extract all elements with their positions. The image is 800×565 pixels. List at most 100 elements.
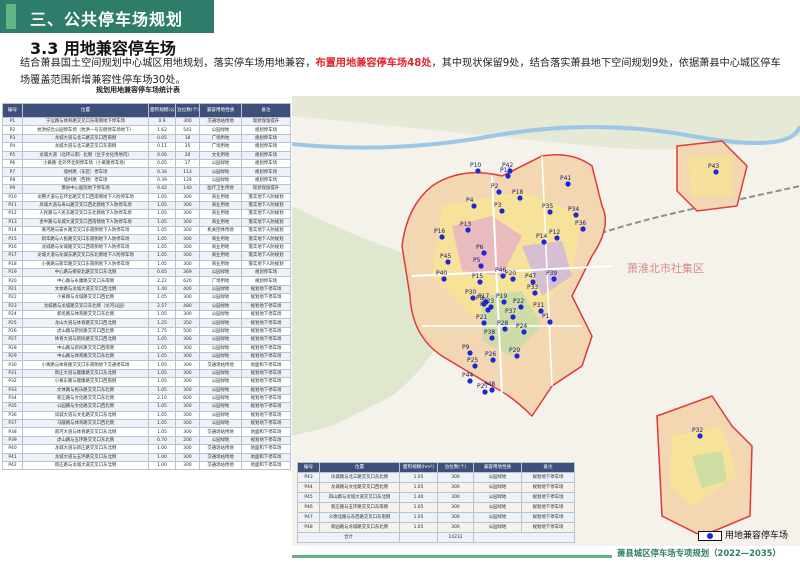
table-cell: 2.10 <box>148 393 176 404</box>
table-row: P3 龙城大道与北三路交叉口西南侧 0.05 18 广场用地 规划停车场 <box>2 133 291 144</box>
table-cell: 新庄路与文化路交叉口东北侧 <box>22 393 149 404</box>
extra-stats-table: 编号 位置 面积规模(hm²) 泊位数(个) 兼容用地性质 备注 P43 凤城路与北三路交叉口… <box>297 462 575 543</box>
table-cell: 规划地下停车场 <box>241 293 291 303</box>
table-cell: 1.40 <box>399 492 438 503</box>
parking-marker-label: P48 <box>484 381 495 388</box>
table-cell: P25 <box>2 318 23 328</box>
table-cell: P42 <box>2 460 23 471</box>
table-cell: P22 <box>2 293 23 303</box>
table-cell: 规划停车场 <box>241 125 291 135</box>
table-cell: 1.05 <box>148 368 176 379</box>
parking-marker-label: P24 <box>516 323 527 330</box>
table-row: P12 人民路与人民东路交叉口东北侧地下人防停车场 1.05 300 商业用地 落实地下人… <box>2 209 291 219</box>
table-cell: 规划停车场 <box>241 175 291 186</box>
parking-marker-label: P33 <box>527 284 538 291</box>
table-cell: 公园绿地 <box>199 393 242 404</box>
table-cell: 129 <box>175 175 200 186</box>
table-cell: 480 <box>175 301 200 312</box>
table-cell: 规划地下停车场 <box>521 492 575 503</box>
table-row: P27 体育大道与新民路交叉口西北侧 1.05 300 公园绿地 规划地下停车场 <box>2 335 291 345</box>
table-cell: 1.00 <box>148 444 176 454</box>
table-cell: P32 <box>2 377 23 387</box>
table-row: P28 中山路与新民路交叉口西南侧 1.05 300 公园绿地 规划地下停车场 <box>2 343 291 353</box>
table-cell: 113 <box>175 167 200 177</box>
parking-marker <box>697 433 703 439</box>
parking-marker <box>573 212 579 218</box>
table-cell: 商业用地 <box>199 251 242 261</box>
table-cell: P11 <box>2 200 23 211</box>
parking-marker-label: P19 <box>496 293 507 300</box>
table-cell: 墙村路（西侧）停车场 <box>22 175 149 186</box>
table-cell: 公园绿地 <box>199 284 242 295</box>
table-row: P32 小黄东路与健康路交叉口西南侧 1.05 300 公园绿地 规划地下停车场 <box>2 377 291 387</box>
parking-marker-label: P6 <box>476 244 484 251</box>
table-row: P33 文体路与民乐路交叉口东北侧 1.05 300 公园绿地 规划地下停车场 <box>2 385 291 395</box>
table-cell: 龙城路与龙城路交叉口东北侧（龙河公园） <box>22 301 149 312</box>
parking-marker <box>471 203 477 209</box>
table-cell: 交通场站用地 <box>199 444 242 454</box>
table-cell: 规划停车场 <box>241 158 291 169</box>
table-cell: 交通场站用地 <box>199 360 242 370</box>
table-cell: 300 <box>175 360 200 370</box>
table-cell: 规划地下停车场 <box>241 385 291 395</box>
table-cell: P6 <box>2 158 23 169</box>
table-cell: 凤城大道与寿山路交叉口西北侧地下人防停车场 <box>22 200 149 211</box>
table-row: P29 中山路与体育路交叉口东北侧 1.05 300 公园绿地 规划地下停车场 <box>2 351 291 362</box>
table-row: P9 萧县中心医院地下停车场 0.42 140 医疗卫生用地 现状保留提升 <box>2 184 291 194</box>
table-cell: 140 <box>175 184 200 194</box>
table-row: P15 新华路与人民路交叉口东南侧地下人防停车场 1.05 300 商业用地 落实地下人防… <box>2 234 291 244</box>
parking-marker-label: P15 <box>472 273 483 280</box>
table-row: P2 抗洪纪念公园停车场（抗洪一号东侧停车场地下） 1.62 541 公园绿地 规划停车场 <box>2 125 291 135</box>
table-header-row: 编号位置面积规模(公顷)泊位数(个)兼容用地性质备注 <box>2 103 291 118</box>
parking-marker <box>439 234 445 240</box>
parking-marker <box>510 276 516 282</box>
parking-marker <box>580 226 586 232</box>
table-cell: 公园绿地 <box>199 167 242 177</box>
table-cell: 规划地下停车场 <box>241 343 291 353</box>
table-cell: 369 <box>175 268 200 278</box>
table-cell: 交通场站用地 <box>199 452 242 463</box>
table-cell: 300 <box>437 522 474 533</box>
table-cell: 规划地下停车场 <box>241 335 291 345</box>
table-cell: 1.05 <box>148 242 176 253</box>
table-cell: 300 <box>175 343 200 353</box>
section-title: 三、公共停车场规划 <box>30 10 184 29</box>
table-cell: P44 <box>297 482 320 493</box>
table-cell: 规划地下停车场 <box>241 351 291 362</box>
table-cell: P30 <box>2 360 23 370</box>
table-cell: 规划地下停车场 <box>521 482 575 493</box>
header-cell: 面积规模(hm²) <box>399 462 438 473</box>
header-cell: 兼容用地性质 <box>199 103 242 118</box>
parking-marker <box>472 363 478 369</box>
table-cell: 中山路与新民路交叉口西南侧 <box>22 343 149 353</box>
table-cell: 规划地下停车场 <box>241 301 291 312</box>
table-row: P40 龙城大道与新庄路交叉口东北侧 1.00 300 交通场站用地 地面和下停车场 <box>2 444 291 454</box>
parking-marker-label: P16 <box>434 228 445 235</box>
table-cell: 0.11 <box>148 142 176 152</box>
table-cell: 公园绿地 <box>199 309 242 320</box>
table-cell: 规划停车场 <box>241 150 291 160</box>
table-cell: 规划地下停车场 <box>241 410 291 421</box>
table-cell: 规划停车场 <box>241 268 291 278</box>
table-cell: 20 <box>175 150 200 160</box>
table-cell: 小黄路与龙城路交叉口西北侧 <box>22 293 149 303</box>
table-cell: P18 <box>2 259 23 270</box>
parking-marker <box>565 181 571 187</box>
table-cell: 马陵路与体育路交叉口西北侧 <box>22 419 149 429</box>
table-cell: 300 <box>175 427 200 437</box>
table-cell: 抗洪纪念公园停车场（抗洪一号东侧停车场地下） <box>22 125 149 135</box>
table-cell: 300 <box>175 192 200 202</box>
table-cell: 公园绿地 <box>199 385 242 395</box>
table-cell: 规划停车场 <box>241 142 291 152</box>
table-cell: 620 <box>175 276 200 286</box>
table-cell: P39 <box>2 435 23 446</box>
table-cell: 公园绿地 <box>199 343 242 353</box>
parking-marker-label: P26 <box>485 351 496 358</box>
table-cell: 广场用地 <box>199 133 242 144</box>
table-cell: 1.05 <box>148 209 176 219</box>
table-row: P39 虎山路与五环路交叉口东北侧 0.70 200 公园绿地 规划地下停车场 <box>2 435 291 446</box>
table-cell: 400 <box>175 284 200 295</box>
section-banner: 三、公共停车场规划 <box>0 0 214 33</box>
table-cell: P48 <box>297 522 320 533</box>
parking-marker <box>507 168 513 174</box>
